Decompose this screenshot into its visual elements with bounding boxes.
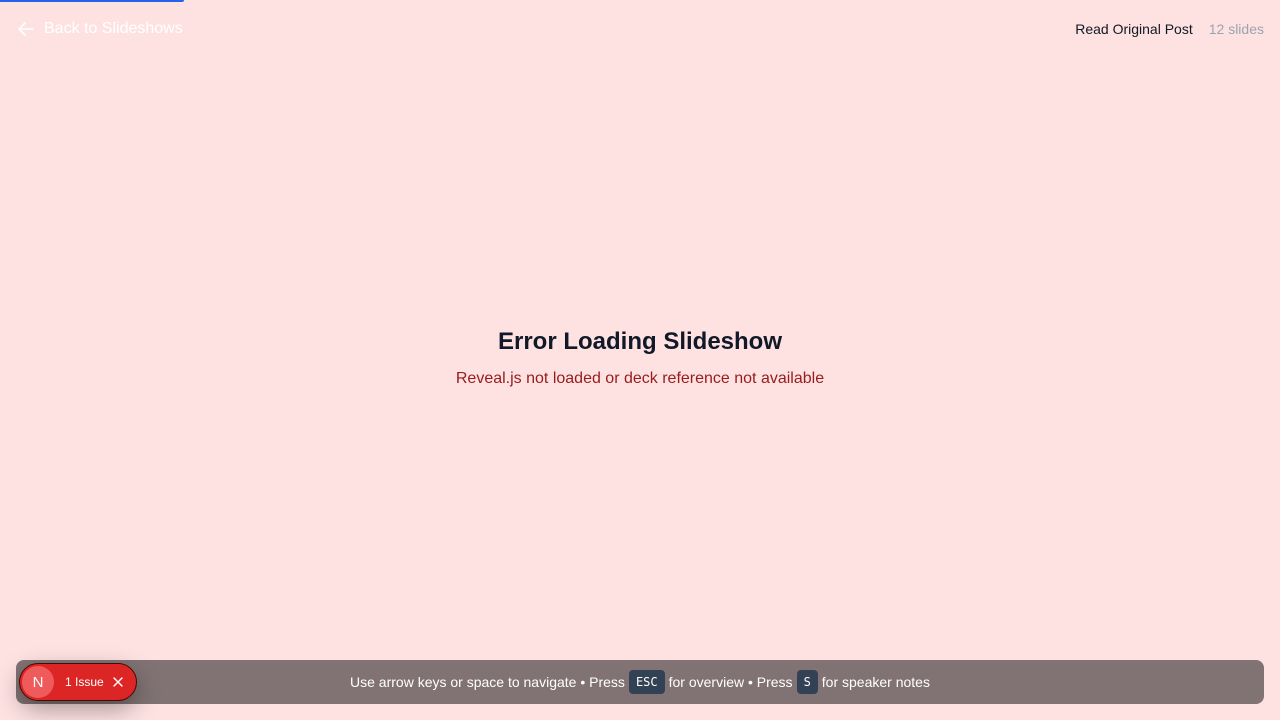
close-icon[interactable] (112, 676, 124, 688)
esc-key-hint: ESC (628, 670, 665, 694)
progress-bar (0, 0, 184, 2)
arrow-left-icon (16, 19, 36, 39)
back-link-label: Back to Slideshows (44, 20, 183, 37)
back-to-slideshows-link[interactable]: Back to Slideshows (16, 18, 183, 40)
dev-issues-badge[interactable]: N 1 Issue (19, 663, 137, 701)
nextjs-logo-icon[interactable]: N (22, 666, 54, 698)
issue-count-label[interactable]: 1 Issue (65, 675, 104, 689)
keyboard-help-bar: Use arrow keys or space to navigate • Pr… (16, 660, 1264, 704)
read-original-post-link[interactable]: Read Original Post (1075, 21, 1193, 37)
s-key-hint: S (796, 670, 818, 694)
help-text-speaker-notes: for speaker notes (821, 674, 930, 690)
error-title: Error Loading Slideshow (497, 328, 783, 355)
header-actions: Read Original Post 12 slides (1075, 18, 1264, 40)
slide-count: 12 slides (1208, 21, 1264, 37)
error-message: Reveal.js not loaded or deck reference n… (455, 370, 825, 387)
help-text-navigate: Use arrow keys or space to navigate • Pr… (350, 674, 625, 690)
help-text-overview: for overview • Press (668, 674, 793, 690)
error-panel: Error Loading Slideshow Reveal.js not lo… (0, 326, 1280, 390)
